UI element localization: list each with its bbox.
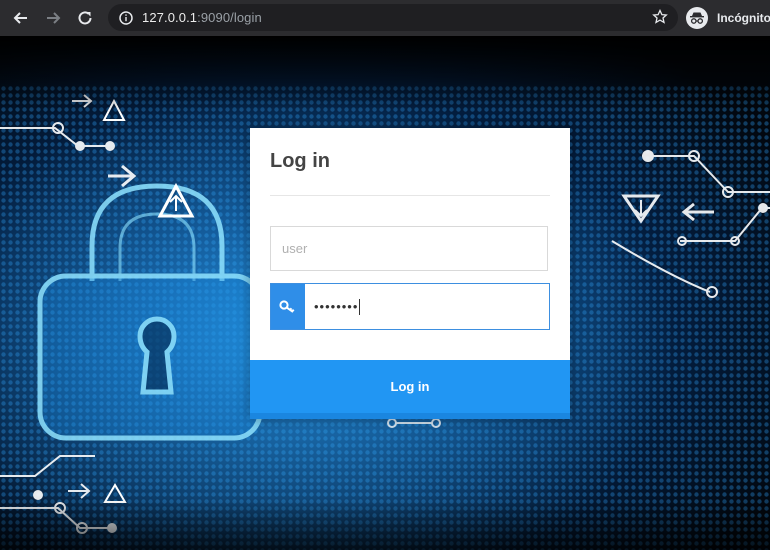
address-bar[interactable]: 127.0.0.1:9090/login [108,4,678,31]
url-path: :9090/login [197,10,262,25]
browser-toolbar: 127.0.0.1:9090/login Incógnito [0,0,770,36]
login-page: Log in •••••••• Log in [0,36,770,550]
info-icon [119,10,133,25]
key-icon [279,299,295,313]
title-divider [270,195,550,196]
profile-button[interactable]: Incógnito [686,4,770,31]
url-host: 127.0.0.1 [142,10,198,25]
reload-icon [78,11,92,25]
url-text: 127.0.0.1:9090/login [142,10,262,25]
password-masked-value: •••••••• [314,299,359,314]
login-title: Log in [270,150,330,172]
text-caret [359,298,361,315]
star-icon[interactable] [652,9,668,25]
password-input[interactable]: •••••••• [305,284,549,329]
login-card: Log in •••••••• Log in [250,128,570,419]
password-field-group[interactable]: •••••••• [270,283,550,330]
username-input[interactable] [270,226,548,271]
back-button[interactable] [6,3,36,33]
site-info-button[interactable] [118,10,134,26]
back-arrow-icon [13,12,27,24]
login-button[interactable]: Log in [250,360,570,419]
forward-button[interactable] [38,3,68,33]
forward-arrow-icon [47,12,61,24]
password-addon [271,284,305,329]
reload-button[interactable] [70,3,100,33]
incognito-icon [686,6,708,29]
profile-label: Incógnito [717,10,770,25]
